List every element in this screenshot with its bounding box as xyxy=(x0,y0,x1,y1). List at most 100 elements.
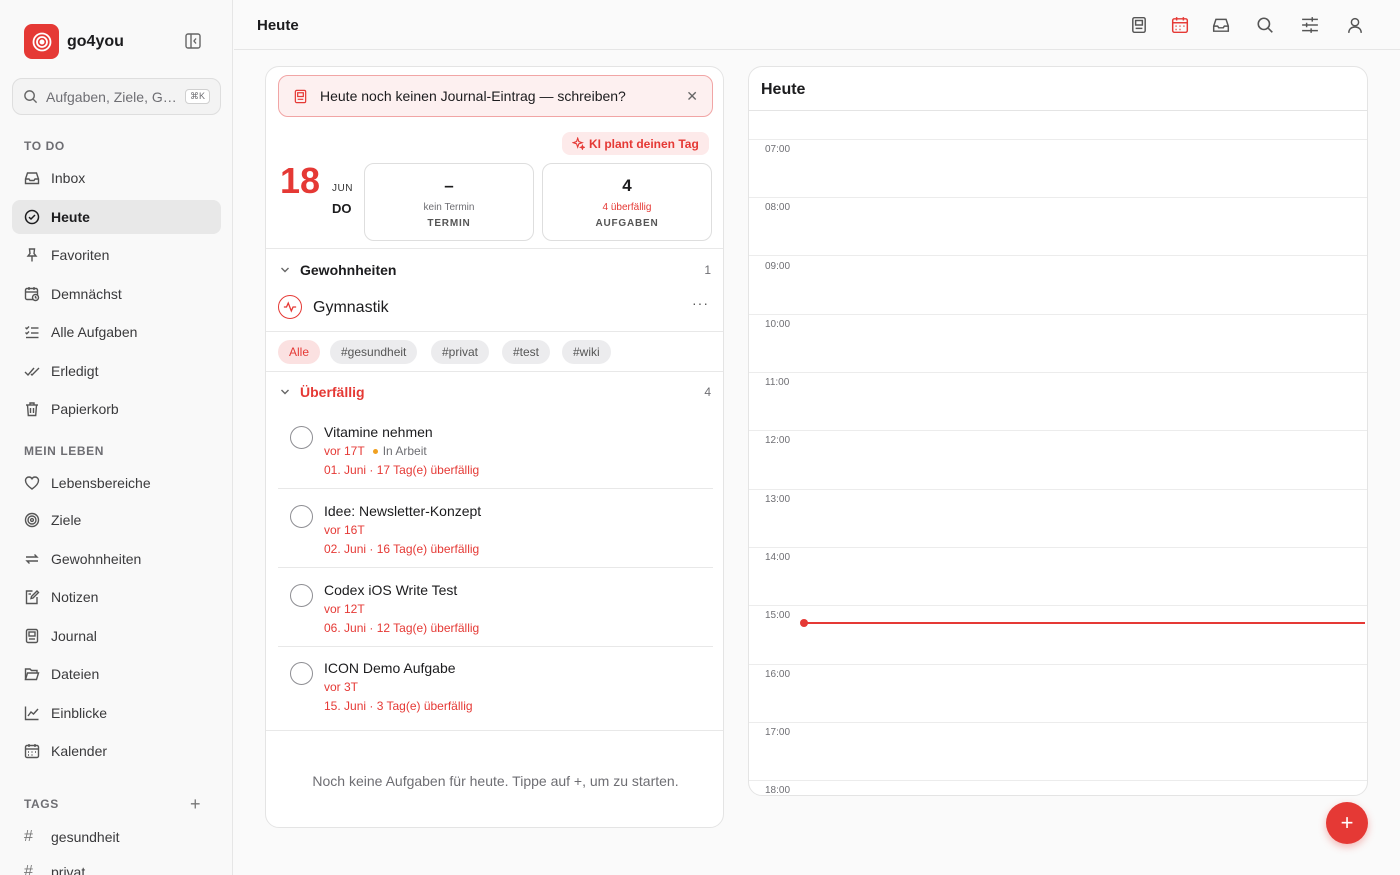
hour-line xyxy=(749,605,1367,606)
brand[interactable]: go4you xyxy=(24,24,124,59)
filter-chip-privat[interactable]: #privat xyxy=(431,340,490,364)
journal-reminder-banner[interactable]: Heute noch keinen Journal-Eintrag — schr… xyxy=(278,75,713,117)
sliders-icon[interactable] xyxy=(1300,15,1320,35)
hour-label: 14:00 xyxy=(765,552,791,563)
overdue-section-title: Überfällig xyxy=(300,384,365,400)
filter-chip-test[interactable]: #test xyxy=(502,340,551,364)
task-title[interactable]: ICON Demo Aufgabe xyxy=(324,660,456,676)
task-row[interactable]: Vitamine nehmen vor 17T In Arbeit 01. Ju… xyxy=(278,414,713,492)
sidebar-item-favoriten[interactable]: Favoriten xyxy=(12,238,221,272)
hour-line xyxy=(749,664,1367,665)
search-box[interactable]: ⌘K xyxy=(12,78,221,115)
sidebar-item-erledigt[interactable]: Erledigt xyxy=(12,354,221,388)
target-icon xyxy=(24,512,40,528)
sidebar-item-label: Favoriten xyxy=(51,247,110,263)
sidebar-item-notizen[interactable]: Notizen xyxy=(12,580,221,614)
sidebar-item-label: Ziele xyxy=(51,512,82,528)
chart-line-icon xyxy=(24,705,40,721)
hour-label: 18:00 xyxy=(765,785,791,796)
inbox-icon[interactable] xyxy=(1211,15,1231,35)
divider xyxy=(266,371,723,372)
hour-line xyxy=(749,255,1367,256)
search-input[interactable] xyxy=(46,88,176,105)
sidebar-item-demnaechst[interactable]: Demnächst xyxy=(12,277,221,311)
sidebar-item-label: Gewohnheiten xyxy=(51,551,142,567)
habit-name[interactable]: Gymnastik xyxy=(313,299,389,317)
stat-termin[interactable]: – kein Termin TERMIN xyxy=(364,163,534,241)
filter-chip-alle[interactable]: Alle xyxy=(278,340,321,364)
hour-label: 08:00 xyxy=(765,202,791,213)
sidebar-collapse-icon[interactable] xyxy=(184,32,204,50)
date-month: JUN xyxy=(332,183,353,194)
hour-line xyxy=(749,314,1367,315)
stat-caption: AUFGABEN xyxy=(595,218,659,229)
sidebar-item-label: Lebensbereiche xyxy=(51,475,151,491)
status-dot-icon xyxy=(372,448,378,454)
sidebar-item-label: Kalender xyxy=(51,743,108,759)
current-time-dot xyxy=(800,619,808,627)
calendar-icon xyxy=(24,743,40,759)
divider xyxy=(749,110,1367,111)
task-checkbox[interactable] xyxy=(290,662,313,685)
sidebar-item-label: Journal xyxy=(51,628,97,644)
overdue-section-toggle[interactable]: Überfällig xyxy=(280,384,365,400)
list-check-icon xyxy=(24,324,40,340)
sidebar-item-ziele[interactable]: Ziele xyxy=(12,503,221,537)
sidebar-tag-gesundheit[interactable]: # gesundheit xyxy=(12,820,120,854)
filter-chip-wiki[interactable]: #wiki xyxy=(562,340,611,364)
sidebar-item-journal[interactable]: Journal xyxy=(12,619,221,653)
sidebar-item-inbox[interactable]: Inbox xyxy=(12,161,221,195)
filter-chip-gesundheit[interactable]: #gesundheit xyxy=(330,340,418,364)
close-icon[interactable]: ✕ xyxy=(686,88,698,105)
add-task-fab[interactable]: + xyxy=(1326,802,1368,844)
chevron-down-icon xyxy=(281,267,289,273)
sidebar-item-gewohnheiten[interactable]: Gewohnheiten xyxy=(12,542,221,576)
task-age: vor 3T xyxy=(324,680,359,694)
app-logo-icon xyxy=(24,24,59,59)
journal-icon[interactable] xyxy=(1129,15,1149,35)
inbox-icon xyxy=(24,170,40,186)
sidebar-item-lebensbereiche[interactable]: Lebensbereiche xyxy=(12,466,221,500)
user-icon[interactable] xyxy=(1345,15,1365,35)
hour-line xyxy=(749,197,1367,198)
sidebar-tag-privat[interactable]: # privat xyxy=(12,855,85,875)
task-row[interactable]: Idee: Newsletter-Konzept vor 16T 02. Jun… xyxy=(278,493,713,571)
task-checkbox[interactable] xyxy=(290,426,313,449)
search-icon[interactable] xyxy=(1255,15,1275,35)
stat-aufgaben[interactable]: 4 4 überfällig AUFGABEN xyxy=(542,163,712,241)
sidebar-item-heute[interactable]: Heute xyxy=(12,200,221,234)
hour-label: 13:00 xyxy=(765,494,791,505)
task-checkbox[interactable] xyxy=(290,584,313,607)
ai-plan-day-button[interactable]: KI plant deinen Tag xyxy=(562,132,709,155)
hour-label: 07:00 xyxy=(765,144,791,155)
banner-text: Heute noch keinen Journal-Eintrag — schr… xyxy=(320,88,626,104)
task-row[interactable]: ICON Demo Aufgabe vor 3T 15. Juni · 3 Ta… xyxy=(278,650,713,728)
task-status: In Arbeit xyxy=(372,444,427,458)
sidebar-item-einblicke[interactable]: Einblicke xyxy=(12,696,221,730)
calendar-icon[interactable] xyxy=(1170,15,1190,35)
task-due: 06. Juni · 12 Tag(e) überfällig xyxy=(324,621,480,635)
task-meta: vor 3T xyxy=(324,680,358,694)
task-title[interactable]: Vitamine nehmen xyxy=(324,424,433,440)
task-title[interactable]: Idee: Newsletter-Konzept xyxy=(324,503,481,519)
more-icon[interactable]: ··· xyxy=(692,295,709,311)
hour-line xyxy=(749,139,1367,140)
sidebar-tag-label: privat xyxy=(51,864,86,875)
sidebar-item-dateien[interactable]: Dateien xyxy=(12,657,221,691)
hash-icon: # xyxy=(24,828,33,845)
task-title[interactable]: Codex iOS Write Test xyxy=(324,582,457,598)
chevron-down-icon xyxy=(281,389,289,395)
habits-section-toggle[interactable]: Gewohnheiten xyxy=(280,262,396,278)
hash-icon: # xyxy=(24,863,33,875)
sidebar-item-label: Heute xyxy=(51,209,90,225)
sidebar-item-papierkorb[interactable]: Papierkorb xyxy=(12,392,221,426)
hour-label: 09:00 xyxy=(765,261,791,272)
sidebar-item-alle-aufgaben[interactable]: Alle Aufgaben xyxy=(12,315,221,349)
sidebar-item-kalender[interactable]: Kalender xyxy=(12,734,221,768)
add-tag-button[interactable]: + xyxy=(190,795,201,813)
double-check-icon xyxy=(24,363,40,379)
task-checkbox[interactable] xyxy=(290,505,313,528)
section-label-mein-leben: MEIN LEBEN xyxy=(24,444,105,458)
activity-icon[interactable] xyxy=(278,295,302,319)
task-row[interactable]: Codex iOS Write Test vor 12T 06. Juni · … xyxy=(278,572,713,650)
